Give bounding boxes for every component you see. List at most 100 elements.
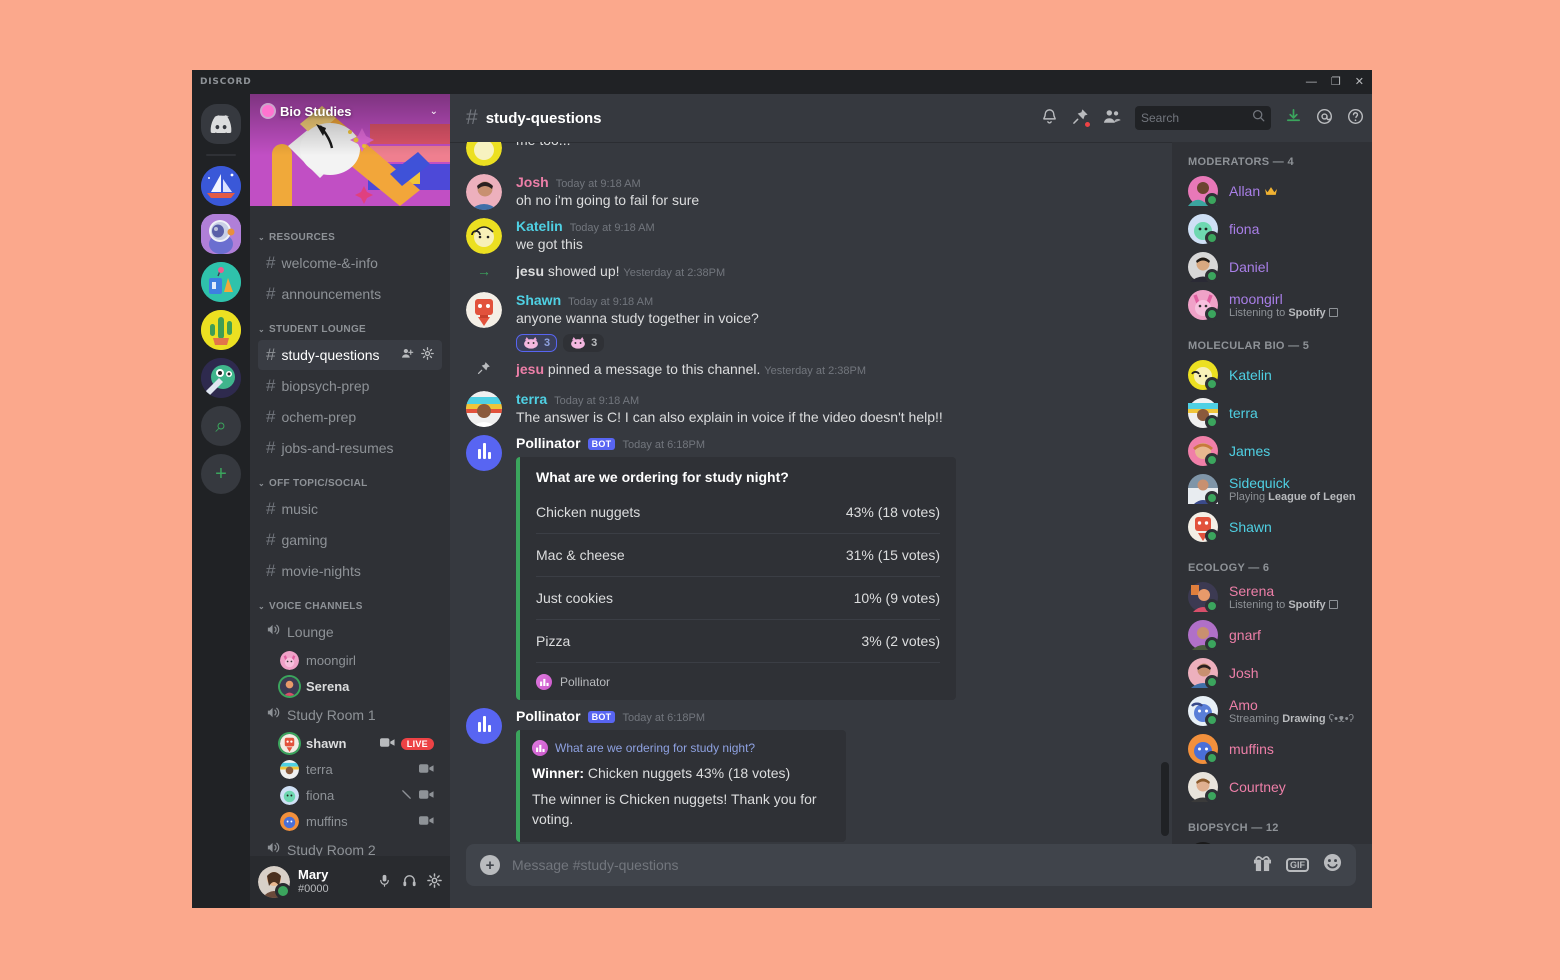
composer: + GIF [450, 844, 1372, 908]
create-invite-icon[interactable] [401, 347, 414, 363]
message-author[interactable]: terra [516, 391, 547, 407]
message-input[interactable] [512, 857, 1241, 873]
server-icon-cactus[interactable] [201, 310, 241, 350]
upload-attachment-icon[interactable]: + [480, 855, 500, 875]
message-author[interactable]: Shawn [516, 292, 561, 308]
voice-user-terra[interactable]: terra [272, 757, 442, 782]
member-josh[interactable]: Josh [1180, 654, 1364, 692]
member-shawn[interactable]: Shawn [1180, 508, 1364, 546]
member-name: Daniel [1229, 259, 1269, 275]
message-input-box[interactable]: + GIF [466, 844, 1356, 886]
add-server-button[interactable]: + [201, 454, 241, 494]
avatar[interactable] [466, 390, 502, 427]
headphones-icon[interactable] [402, 873, 417, 891]
voice-user-serena[interactable]: Serena [272, 674, 442, 699]
category-resources[interactable]: ⌄ RESOURCES [250, 218, 450, 247]
member-james[interactable]: James [1180, 432, 1364, 470]
gif-picker-button[interactable]: GIF [1286, 858, 1309, 872]
channel-biopsych-prep[interactable]: # biopsych-prep [258, 371, 442, 401]
member-fiona[interactable]: fiona [1180, 210, 1364, 248]
server-icon-bio-studies[interactable] [201, 214, 241, 254]
voice-user-moongirl[interactable]: moongirl [272, 648, 442, 673]
pinned-messages-icon[interactable] [1072, 108, 1091, 128]
explore-servers-button[interactable]: ⌕ [201, 406, 241, 446]
category-student-lounge[interactable]: ⌄ STUDENT LOUNGE [250, 310, 450, 339]
member-group-ecology: ECOLOGY — 6 [1188, 562, 1270, 574]
avatar[interactable] [466, 218, 502, 254]
poll-option[interactable]: Just cookies 10% (9 votes) [536, 577, 940, 620]
user-settings-gear-icon[interactable] [427, 873, 442, 891]
member-daniel[interactable]: Daniel [1180, 248, 1364, 286]
avatar[interactable] [466, 434, 502, 471]
member-amo[interactable]: Amo Streaming Drawing ʕ•ᴥ•ʔ [1180, 692, 1364, 730]
search-input[interactable] [1141, 111, 1252, 125]
message-author[interactable]: Josh [516, 174, 549, 190]
search-box[interactable] [1135, 106, 1271, 130]
category-off-topic-social[interactable]: ⌄ OFF TOPIC/SOCIAL [250, 464, 450, 493]
channel-ochem-prep[interactable]: # ochem-prep [258, 402, 442, 432]
mentions-icon[interactable] [1316, 108, 1333, 128]
message-scrollbar[interactable] [1161, 762, 1169, 836]
channel-jobs-and-resumes[interactable]: # jobs-and-resumes [258, 433, 442, 463]
voice-user-fiona[interactable]: fiona [272, 783, 442, 808]
server-icon-sailboat[interactable] [201, 166, 241, 206]
close-button[interactable]: ✕ [1355, 76, 1364, 88]
member-moongirl[interactable]: moongirl Listening to Spotify [1180, 286, 1364, 324]
member-allan[interactable]: Allan [1180, 172, 1364, 210]
member-courtney[interactable]: Courtney [1180, 768, 1364, 806]
category-voice-channels[interactable]: ⌄ VOICE CHANNELS [250, 587, 450, 616]
poll-option[interactable]: Mac & cheese 31% (15 votes) [536, 534, 940, 577]
channel-welcome-and-info[interactable]: # welcome-&-info [258, 248, 442, 278]
channel-study-questions[interactable]: # study-questions [258, 340, 442, 370]
voice-user-muffins[interactable]: muffins [272, 809, 442, 834]
avatar[interactable] [466, 174, 502, 210]
member-muffins[interactable]: muffins [1180, 730, 1364, 768]
member-gnarf[interactable]: gnarf [1180, 616, 1364, 654]
member-serena[interactable]: Serena Listening to Spotify [1180, 578, 1364, 616]
reaction-pill[interactable]: 3 [563, 333, 605, 352]
voice-user-shawn[interactable]: shawn LIVE [272, 731, 442, 756]
avatar [1188, 290, 1219, 321]
voice-channel-study-room-1[interactable]: Study Room 1 [258, 700, 442, 730]
server-icon-lab[interactable] [201, 262, 241, 302]
poll-option[interactable]: Chicken nuggets 43% (18 votes) [536, 491, 940, 534]
message-author[interactable]: Pollinator [516, 708, 581, 724]
minimize-button[interactable]: — [1306, 76, 1317, 88]
reaction-bar: 3 3 [516, 333, 1156, 352]
system-actor: jesu [516, 361, 545, 378]
member-katelin[interactable]: Katelin [1180, 356, 1364, 394]
microphone-icon[interactable] [377, 873, 392, 891]
reaction-count: 3 [591, 336, 598, 349]
help-icon[interactable] [1347, 108, 1364, 128]
channel-music[interactable]: # music [258, 494, 442, 524]
channel-gaming[interactable]: # gaming [258, 525, 442, 555]
server-icon-discord-home[interactable] [201, 104, 241, 144]
inbox-download-icon[interactable] [1285, 108, 1302, 128]
emoji-picker-icon[interactable] [1323, 853, 1342, 877]
voice-channel-study-room-2[interactable]: Study Room 2 [258, 835, 442, 856]
avatar [280, 760, 299, 779]
notifications-bell-icon[interactable] [1041, 108, 1058, 128]
status-online-dot [1205, 491, 1219, 505]
member-terra[interactable]: terra [1180, 394, 1364, 432]
channel-announcements[interactable]: # announcements [258, 279, 442, 309]
server-banner[interactable]: Bio Studies ⌄ [250, 94, 450, 206]
avatar[interactable] [466, 707, 502, 744]
message-author[interactable]: Pollinator [516, 435, 581, 451]
member-list-icon[interactable] [1103, 108, 1121, 128]
poll-reference[interactable]: What are we ordering for study night? [532, 739, 832, 756]
message-list[interactable]: me too... Josh Today at 9:18 A [450, 142, 1172, 844]
member-sidequick[interactable]: Sidequick Playing League of Legends [1180, 470, 1364, 508]
server-icon-monster[interactable] [201, 358, 241, 398]
edit-channel-gear-icon[interactable] [421, 347, 434, 363]
voice-channel-lounge[interactable]: Lounge [258, 617, 442, 647]
maximize-button[interactable]: ❐ [1331, 76, 1341, 88]
avatar[interactable] [466, 292, 502, 328]
avatar[interactable] [258, 866, 291, 899]
reaction-pill[interactable]: 3 [516, 333, 558, 352]
gift-icon[interactable] [1253, 854, 1272, 877]
poll-option[interactable]: Pizza 3% (2 votes) [536, 620, 940, 663]
channel-movie-nights[interactable]: # movie-nights [258, 556, 442, 586]
message-author[interactable]: Katelin [516, 218, 563, 234]
chevron-down-icon[interactable]: ⌄ [430, 106, 438, 117]
